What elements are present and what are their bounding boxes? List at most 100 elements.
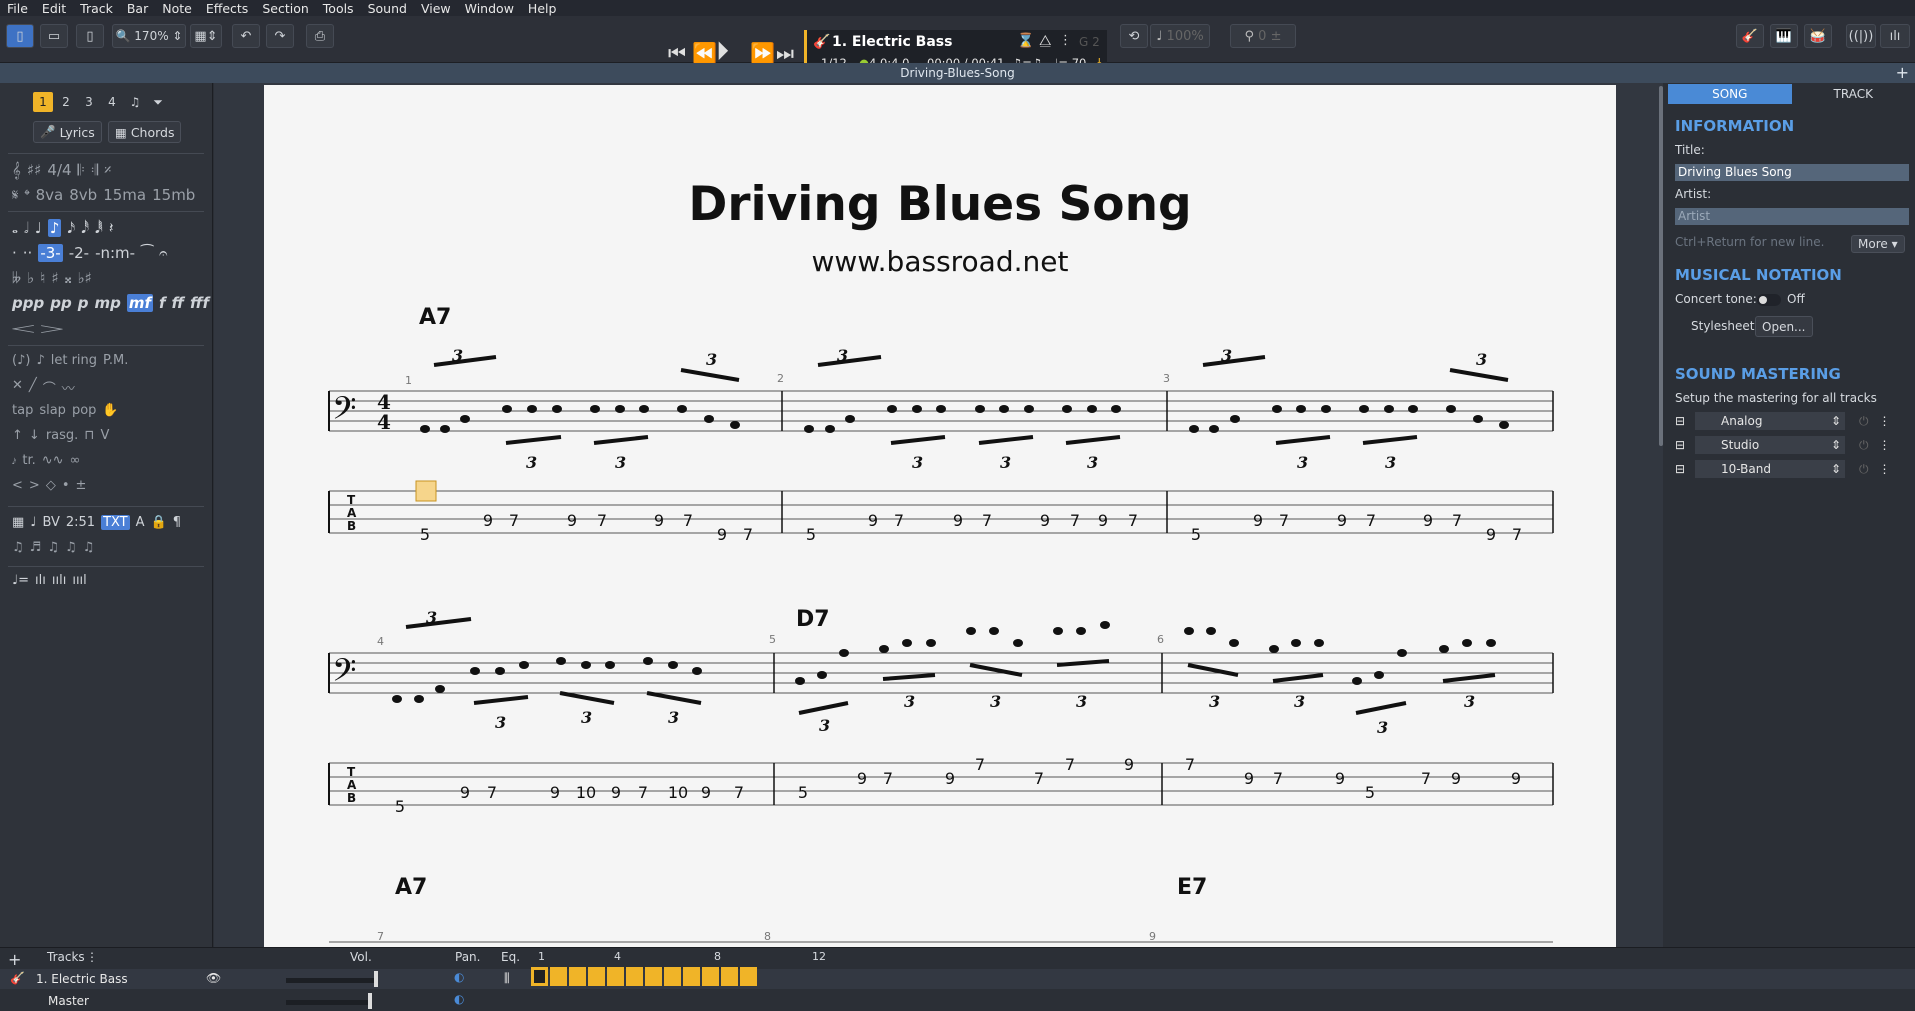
hourglass-icon[interactable]: ⌛	[1017, 33, 1034, 49]
text-icon[interactable]: TXT	[101, 515, 130, 530]
bar-cell[interactable]	[569, 967, 586, 986]
slide-icon[interactable]: ╱	[29, 378, 37, 397]
trill-icon[interactable]: tr.	[22, 453, 35, 468]
vibrato-icon[interactable]: 〰	[62, 378, 75, 397]
tracks-menu-icon[interactable]: ⋮	[86, 950, 98, 970]
menu-icon[interactable]: ⋮	[1879, 438, 1891, 452]
fast-forward-icon[interactable]: ⏩	[750, 41, 775, 65]
more-icon[interactable]: ⋮	[1059, 33, 1072, 48]
auto-wah-icon[interactable]: ♫	[65, 540, 77, 555]
mixer-button[interactable]: ılı	[1880, 24, 1910, 48]
bar-cell[interactable]	[645, 967, 662, 986]
key-signature-icon[interactable]: ♯♯	[27, 161, 42, 179]
collapse-icon[interactable]: ⏷	[148, 92, 168, 112]
accent-note-icon[interactable]: ♪	[36, 353, 44, 368]
chords-button[interactable]: ▦ Chords	[108, 121, 182, 143]
repeat-close-icon[interactable]: 𝄇	[91, 161, 98, 179]
master-volume-handle[interactable]	[368, 993, 372, 1009]
f-icon[interactable]: f	[159, 294, 166, 312]
marcato-icon[interactable]: ◇	[46, 478, 56, 493]
menu-bar-item[interactable]: Bar	[120, 1, 155, 16]
menu-icon[interactable]: ⋮	[1879, 414, 1891, 428]
decrescendo-icon[interactable]: 𝆓	[41, 319, 64, 337]
title-field[interactable]: Driving Blues Song	[1675, 164, 1909, 181]
redo-button[interactable]: ↷	[266, 24, 294, 48]
pilcrow-icon[interactable]: ¶	[173, 515, 181, 530]
coda-icon[interactable]: 𝄌	[24, 186, 29, 204]
menu-file[interactable]: File	[0, 1, 35, 16]
sixteenth-note-icon[interactable]: 𝅘𝅥𝅯	[67, 219, 75, 237]
flat-icon[interactable]: ♭	[27, 269, 34, 287]
stroke-down-icon[interactable]: ↓	[29, 428, 40, 443]
ff-icon[interactable]: ff	[172, 294, 185, 312]
menu-sound[interactable]: Sound	[361, 1, 414, 16]
skip-end-icon[interactable]: ⏭	[776, 41, 794, 65]
natural-icon[interactable]: ♮	[40, 269, 45, 287]
fff-icon[interactable]: fff	[190, 294, 209, 312]
skip-start-icon[interactable]: ⏮	[668, 41, 686, 65]
bar-cell[interactable]	[607, 967, 624, 986]
bar-cell[interactable]	[740, 967, 757, 986]
track-name[interactable]: 1. Electric Bass	[36, 972, 128, 986]
simile-icon[interactable]: 𝄎	[104, 161, 111, 179]
add-track-icon[interactable]: +	[8, 950, 21, 970]
document-tab[interactable]: Driving-Blues-Song	[900, 66, 1014, 80]
bv-icon[interactable]: BV	[42, 515, 59, 530]
fermata-icon[interactable]: 𝄐	[159, 244, 167, 262]
auto-note-icon[interactable]: ♫	[12, 540, 24, 555]
dot-icon[interactable]: ·	[12, 244, 17, 262]
menu-window[interactable]: Window	[458, 1, 521, 16]
tuplet-icon[interactable]: -n:m-	[95, 244, 135, 262]
repeat-open-icon[interactable]: 𝄆	[78, 161, 85, 179]
crescendo-icon[interactable]: 𝆒	[12, 319, 35, 337]
power-icon[interactable]: ⏻	[1859, 462, 1869, 477]
voice-tab-3[interactable]: 3	[79, 92, 99, 112]
bar-cell[interactable]	[531, 967, 548, 986]
time-signature-icon[interactable]: 4/4	[47, 161, 71, 179]
tremolo-icon[interactable]: ∿∿	[42, 453, 64, 468]
double-sharp-icon[interactable]: 𝄪	[65, 269, 72, 287]
track-row[interactable]: 🎸 1. Electric Bass 👁 ◐ ⫼	[0, 969, 1915, 989]
menu-icon[interactable]: ⋮	[1879, 462, 1891, 476]
bar-cell[interactable]	[626, 967, 643, 986]
velocity-bars-icon[interactable]: ılı	[35, 573, 46, 588]
menu-section[interactable]: Section	[255, 1, 315, 16]
tie-icon[interactable]: ⁀	[141, 244, 153, 262]
bar-cell[interactable]	[550, 967, 567, 986]
stylesheet-open-button[interactable]: Open...	[1755, 316, 1813, 337]
bar-cell[interactable]	[683, 967, 700, 986]
audio-button[interactable]: ((|))	[1846, 24, 1876, 48]
staccato-icon[interactable]: •	[62, 478, 70, 493]
view-mode-button[interactable]: ▦⇕	[190, 24, 222, 48]
drums-view-button[interactable]: 🥁	[1804, 24, 1832, 48]
bar-cell[interactable]	[702, 967, 719, 986]
current-track-name[interactable]: 1. Electric Bass	[832, 34, 952, 50]
clef-icon[interactable]: 𝄞	[12, 161, 21, 179]
timer-icon[interactable]: 2:51	[66, 515, 95, 530]
quindicesima-bassa-icon[interactable]: 15mb	[152, 186, 195, 204]
layout-left-panel-button[interactable]: ▯	[6, 24, 34, 48]
print-button[interactable]: ⎙	[306, 24, 334, 48]
concert-tone-toggle[interactable]	[1757, 294, 1781, 306]
piano-view-button[interactable]: 🎹	[1770, 24, 1798, 48]
hand-icon[interactable]: ✋	[102, 403, 118, 418]
ottava-bassa-icon[interactable]: 8vb	[69, 186, 97, 204]
mastering-select[interactable]: Studio ⇕	[1695, 436, 1845, 454]
ottava-icon[interactable]: 8va	[36, 186, 64, 204]
menu-edit[interactable]: Edit	[35, 1, 73, 16]
velocity-bars2-icon[interactable]: ıılı	[52, 573, 66, 588]
mp-icon[interactable]: mp	[94, 294, 120, 312]
volume-button[interactable]: ♩ 100%	[1150, 24, 1210, 48]
pickstroke-icon[interactable]: ⊓	[84, 428, 94, 443]
sharp-icon[interactable]: ♯	[51, 269, 58, 287]
turn-icon[interactable]: ∞	[70, 453, 81, 468]
rewind-icon[interactable]: ⏪	[692, 41, 717, 65]
eighth-note-icon[interactable]: ♪	[47, 219, 62, 237]
accent-icon[interactable]: <	[12, 478, 23, 493]
guitar-view-button[interactable]: 🎸	[1736, 24, 1764, 48]
velocity-bars3-icon[interactable]: ıııl	[72, 573, 86, 588]
master-volume-slider[interactable]	[286, 1000, 372, 1005]
pan-knob-icon[interactable]: ◐	[454, 970, 464, 984]
double-flat-icon[interactable]: 𝄫	[12, 269, 21, 287]
duplet-icon[interactable]: -2-	[69, 244, 89, 262]
